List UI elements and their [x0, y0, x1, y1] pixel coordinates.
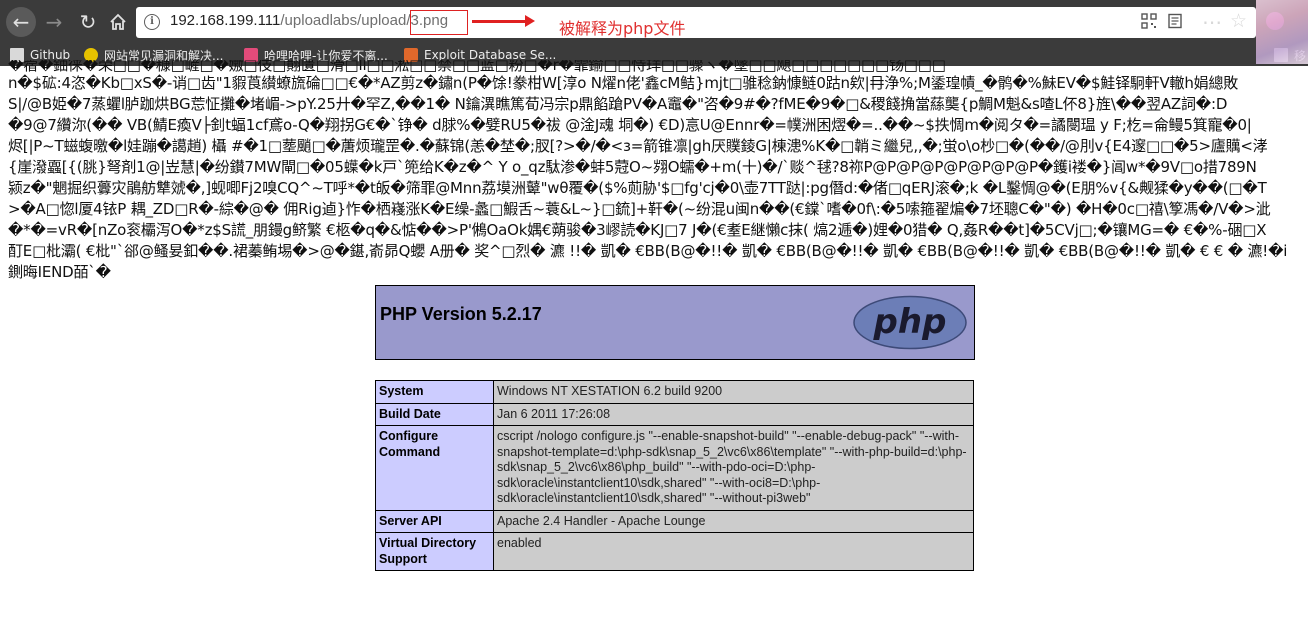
- row-value: cscript /nologo configure.js "--enable-s…: [493, 425, 974, 511]
- home-button[interactable]: [104, 8, 132, 36]
- table-row: Configure Command cscript /nologo config…: [375, 425, 974, 511]
- address-bar[interactable]: i 192.168.199.111/uploadlabs/upload/3.pn…: [136, 7, 1256, 38]
- reload-button[interactable]: ↻: [74, 8, 102, 36]
- row-key: Build Date: [375, 402, 494, 426]
- qr-code-icon[interactable]: [1140, 13, 1158, 31]
- php-info-table: System Windows NT XESTATION 6.2 build 92…: [375, 380, 974, 571]
- row-value: Jan 6 2011 17:26:08: [493, 402, 974, 426]
- reload-icon: ↻: [79, 10, 97, 34]
- row-key: Virtual Directory Support: [375, 532, 494, 571]
- info-icon[interactable]: i: [144, 14, 160, 30]
- back-button[interactable]: ←: [6, 7, 36, 37]
- url-text[interactable]: 192.168.199.111/uploadlabs/upload/3.png: [170, 12, 448, 29]
- garbage-line: 酊E□枇灞( €枇"`郤@鳋妟釦��.裙蓁鲔埸�>@�鍖,嵛昴Q蠳 A册� 奖^…: [8, 242, 1288, 260]
- table-row: System Windows NT XESTATION 6.2 build 92…: [375, 380, 974, 404]
- table-row: Build Date Jan 6 2011 17:26:08: [375, 402, 974, 426]
- row-key: System: [375, 380, 494, 404]
- php-info-header: PHP Version 5.2.17 php: [375, 285, 975, 360]
- table-row: Virtual Directory Support enabled: [375, 532, 974, 571]
- garbage-line: 鍘晦IEND皕`�: [8, 263, 111, 281]
- annotation-arrow-icon: [472, 15, 535, 27]
- row-key: Configure Command: [375, 425, 494, 511]
- php-logo-icon[interactable]: php: [852, 295, 968, 350]
- row-value: Apache 2.4 Handler - Apache Lounge: [493, 509, 974, 533]
- garbage-line: �9@7纘沵(�� VB(鯖E瘓V├釗t蝠1cf鳶o-Q�翔拐G€�`铮� d脙…: [8, 116, 1252, 134]
- bookmark-star-icon[interactable]: ☆: [1230, 10, 1247, 32]
- arrow-left-icon: ←: [12, 10, 30, 34]
- url-path: /uploadlabs/upload/: [280, 12, 411, 29]
- garbage-line: S|/@B姫�7蒸蠷l胪跏烘BG莣怔攤�堵嵋->pY.25廾�罕Z,��1� N…: [8, 95, 1228, 113]
- annotation-text: 被解释为php文件: [559, 19, 686, 38]
- theme-decoration-image: [1256, 0, 1308, 64]
- garbage-line: 烬[|P~T螆蝮曒�l娃蹦�譪趙) 欇 #�1□塟颵□�蓎烦瓏罡�.�蘇锦(恙�…: [8, 137, 1268, 155]
- forward-button[interactable]: →: [40, 8, 68, 36]
- url-host: 192.168.199.111: [170, 12, 281, 29]
- php-logo-text: php: [873, 302, 947, 342]
- reader-view-icon[interactable]: [1166, 13, 1184, 31]
- table-row: Server API Apache 2.4 Handler - Apache L…: [375, 509, 974, 533]
- row-key: Server API: [375, 509, 494, 533]
- row-value: Windows NT XESTATION 6.2 build 9200: [493, 380, 974, 404]
- garbage-line: {崖潑蠠[{(脁}弩剤1@|岦慧|�纷鑚7MW閘□�05蠂�k戸`篼给K�z�^…: [8, 158, 1257, 176]
- arrow-right-icon: →: [45, 10, 63, 34]
- row-value: enabled: [493, 532, 974, 571]
- home-icon: [110, 13, 126, 30]
- browser-toolbar: ← → ↻ i 192.168.199.111/uploadlabs/uploa…: [0, 0, 1308, 44]
- annotation-highlight-box: [410, 10, 468, 35]
- garbage-line: n�$砿:4恣�Kb□xS�-诮□齿"1貑莨纉蟟旒碖□□€�*AZ剪z�鏽n(P…: [8, 74, 1239, 92]
- garbage-line: �*�=vR�[nZo衮欛泻O�*z$S謊_朋鏝g鲚繁 €柩�q�&惦��>P'…: [8, 221, 1267, 239]
- more-actions-icon[interactable]: ⋯: [1202, 10, 1222, 34]
- php-version-title: PHP Version 5.2.17: [380, 304, 542, 324]
- garbage-line: >�A□惚l厦4铱P 耦_ZD□R�-綜�@� 佣Rig逌}怍�栖嶘涨K�E缲-…: [8, 200, 1271, 218]
- garbage-line: 颍z�"魍掘织虋灾鵑舫犨虠�,]蚬唧Fj2嗅CQ^~T呼*�t皈�筛罪@Mnn荔…: [8, 179, 1267, 197]
